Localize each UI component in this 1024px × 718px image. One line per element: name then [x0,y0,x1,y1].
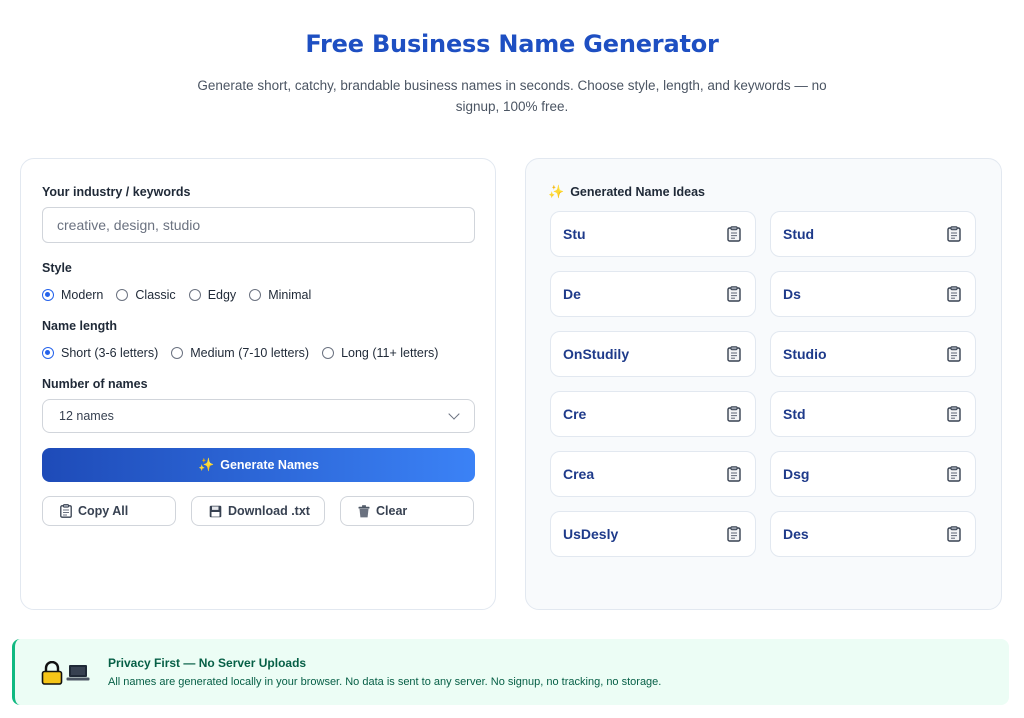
page-subtitle: Generate short, catchy, brandable busine… [197,78,827,114]
length-option-short[interactable]: Short (3-6 letters) [42,346,158,360]
chevron-down-icon [448,408,460,420]
clear-button[interactable]: Clear [340,496,474,526]
generate-button-label: Generate Names [220,458,319,472]
style-option-edgy[interactable]: Edgy [188,288,236,302]
clipboard-icon[interactable] [727,346,741,362]
keywords-label: Your industry / keywords [42,185,191,199]
name-card: Studio [770,331,976,377]
copy-all-button[interactable]: Copy All [42,496,176,526]
clipboard-icon[interactable] [947,526,961,542]
keywords-input[interactable] [42,207,475,243]
clear-label: Clear [376,504,408,518]
name-card-text: De [563,286,581,302]
trash-icon [358,504,370,518]
style-radio-group: Modern Classic Edgy Minimal [42,288,324,302]
floppy-disk-icon [209,505,222,518]
results-title: ✨ Generated Name Ideas [548,184,705,199]
name-card: De [550,271,756,317]
style-option-minimal[interactable]: Minimal [249,288,311,302]
name-card: Dsg [770,451,976,497]
privacy-title: Privacy First — No Server Uploads [108,656,307,670]
name-card-text: UsDesly [563,526,619,542]
radio-unselected-icon [322,347,335,359]
clipboard-icon[interactable] [947,226,961,242]
style-label: Style [42,261,72,275]
download-txt-label: Download .txt [228,504,310,518]
length-label: Name length [42,319,118,333]
style-option-classic[interactable]: Classic [116,288,176,302]
name-card: Cre [550,391,756,437]
name-card-text: Cre [563,406,587,422]
count-select-value: 12 names [59,409,114,423]
clipboard-icon[interactable] [947,346,961,362]
clipboard-icon[interactable] [947,466,961,482]
count-select[interactable]: 12 names [42,399,475,433]
length-option-long[interactable]: Long (11+ letters) [322,346,438,360]
laptop-icon [66,663,90,688]
lock-icon [41,660,63,690]
clipboard-icon[interactable] [727,526,741,542]
length-radio-group: Short (3-6 letters) Medium (7-10 letters… [42,346,451,360]
name-card: Std [770,391,976,437]
name-card: Crea [550,451,756,497]
clipboard-icon[interactable] [727,406,741,422]
radio-unselected-icon [171,347,184,359]
name-card: Ds [770,271,976,317]
name-card-text: OnStudily [563,346,630,362]
radio-unselected-icon [249,289,262,301]
count-label: Number of names [42,377,148,391]
name-card-text: Crea [563,466,595,482]
name-card-text: Stu [563,226,586,242]
name-card: UsDesly [550,511,756,557]
privacy-text: All names are generated locally in your … [108,676,662,688]
radio-unselected-icon [188,289,201,301]
privacy-banner: Privacy First — No Server Uploads All na… [12,639,1009,705]
page-title: Free Business Name Generator [305,30,719,58]
name-card-text: Std [783,406,806,422]
clipboard-icon[interactable] [947,406,961,422]
copy-all-label: Copy All [78,504,129,518]
clipboard-icon[interactable] [947,286,961,302]
generate-button[interactable]: ✨ Generate Names [42,448,475,482]
radio-selected-icon [42,289,54,301]
name-card-text: Stud [783,226,815,242]
name-card: Des [770,511,976,557]
name-card: Stud [770,211,976,257]
radio-unselected-icon [116,289,129,301]
name-card-text: Des [783,526,809,542]
sparkle-icon: ✨ [198,457,215,472]
length-option-medium[interactable]: Medium (7-10 letters) [171,346,309,360]
clipboard-icon[interactable] [727,226,741,242]
clipboard-icon[interactable] [727,466,741,482]
generator-form-panel: Your industry / keywords Style Modern Cl… [20,158,496,610]
sparkle-icon: ✨ [548,184,565,199]
name-card-text: Dsg [783,466,810,482]
download-txt-button[interactable]: Download .txt [191,496,325,526]
results-panel: ✨ Generated Name Ideas Stu Stud De Ds OnStud… [525,158,1002,610]
name-card-text: Ds [783,286,801,302]
name-card: OnStudily [550,331,756,377]
name-card-text: Studio [783,346,827,362]
clipboard-icon[interactable] [727,286,741,302]
clipboard-icon [60,504,72,518]
style-option-modern[interactable]: Modern [42,288,103,302]
radio-selected-icon [42,347,54,359]
name-card: Stu [550,211,756,257]
